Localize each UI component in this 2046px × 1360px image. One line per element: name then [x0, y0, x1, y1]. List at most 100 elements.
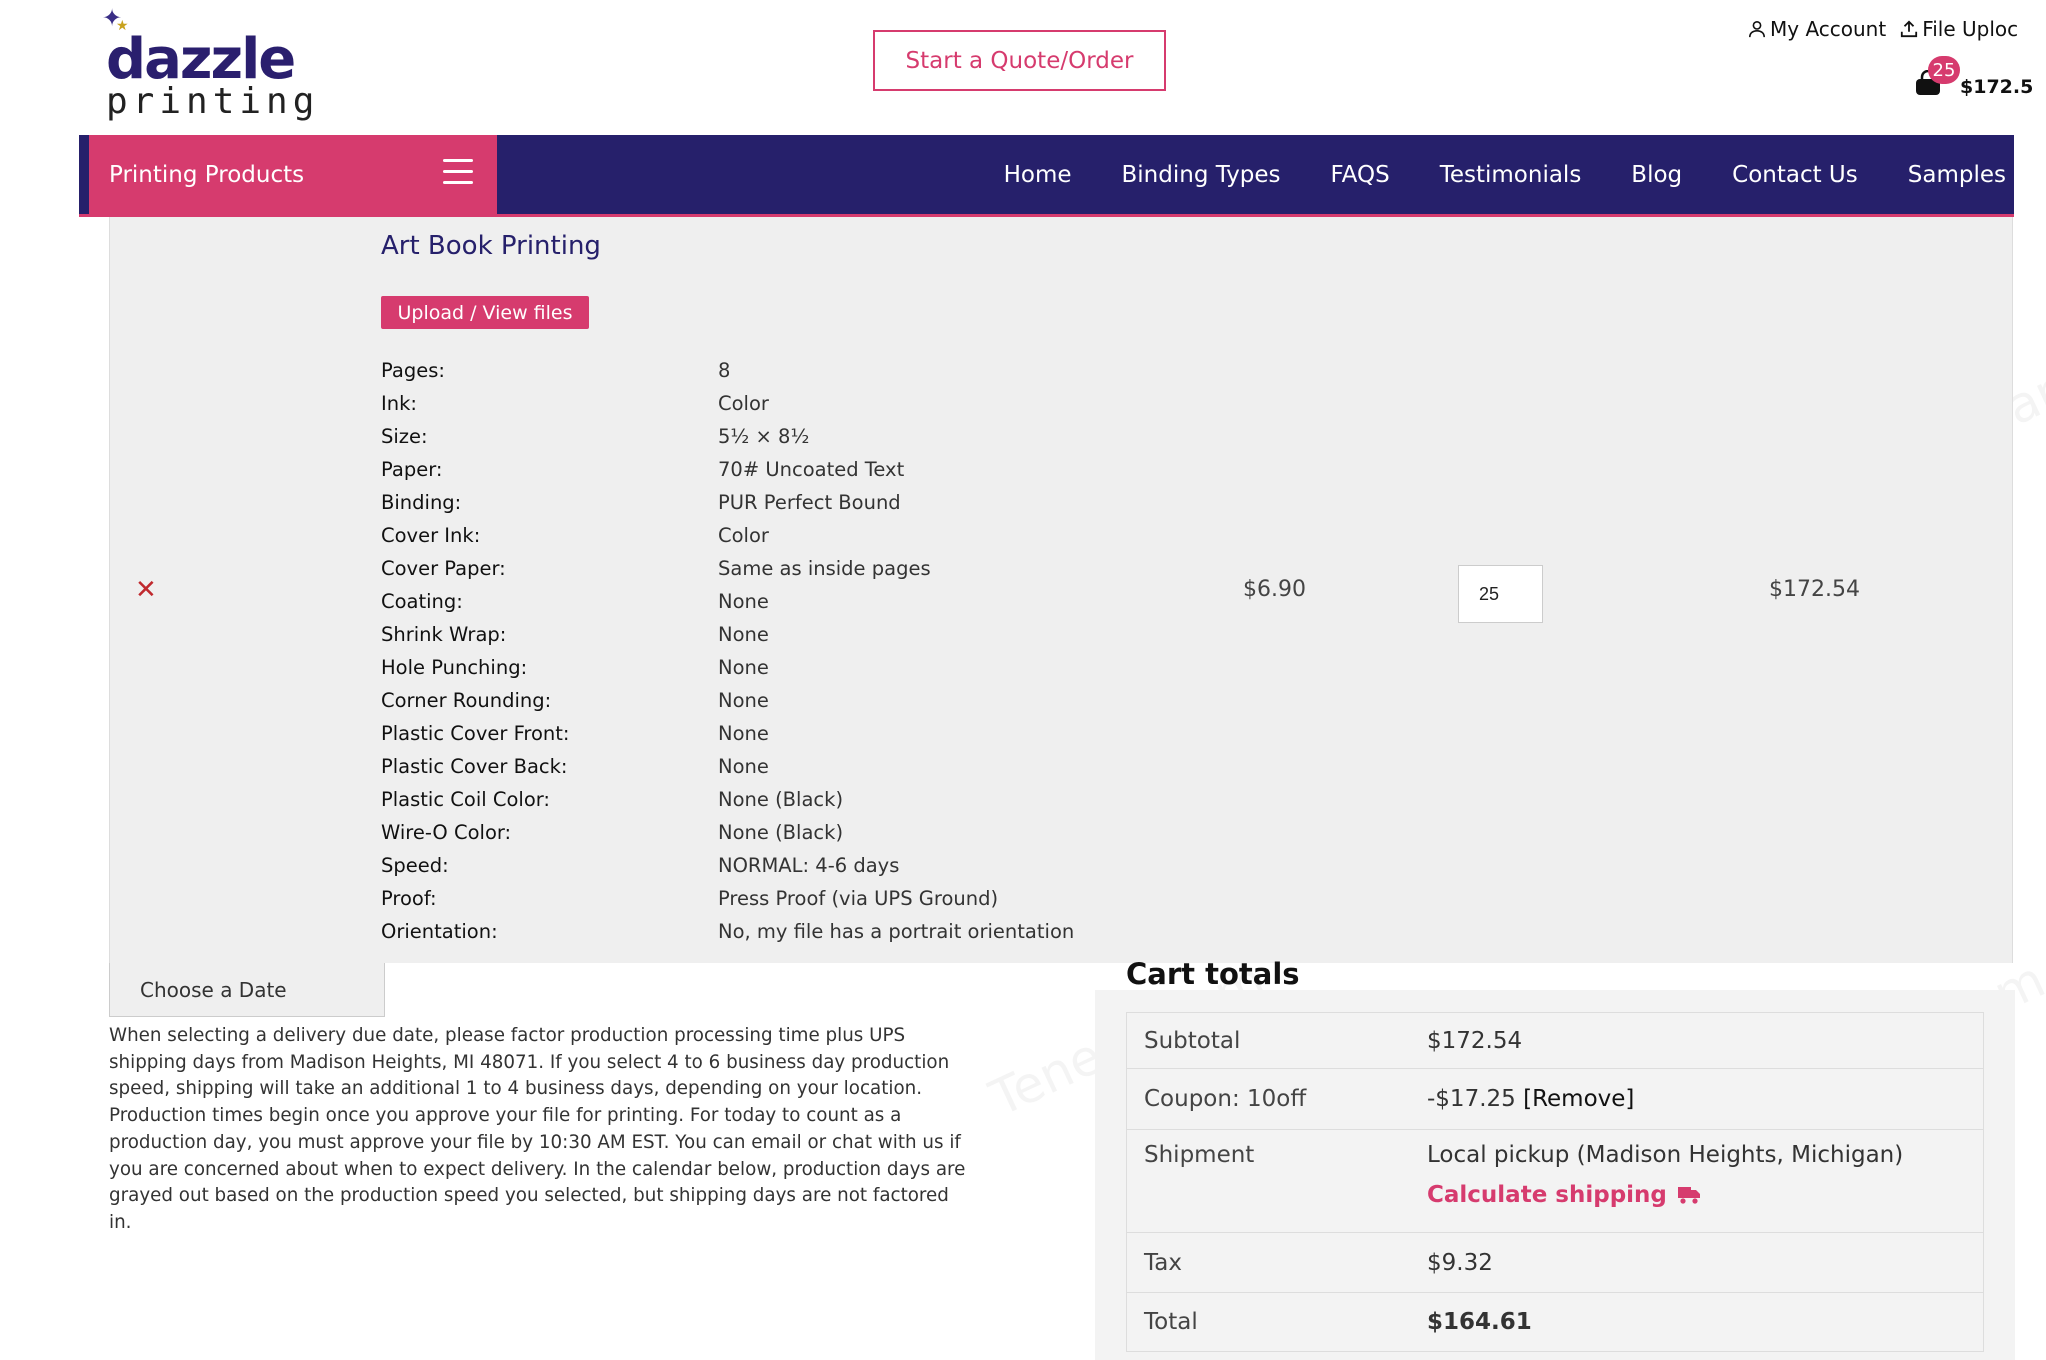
spec-key: Orientation:	[381, 920, 498, 943]
spec-key: Wire-O Color:	[381, 821, 512, 844]
spec-row: Plastic Cover Back: None	[381, 750, 1074, 783]
nav-menu: Home Binding Types FAQS Testimonials Blo…	[1004, 135, 2006, 214]
spec-row: Cover Paper: Same as inside pages	[381, 552, 1074, 585]
product-title[interactable]: Art Book Printing	[381, 231, 601, 261]
shipment-label: Shipment	[1144, 1142, 1255, 1168]
spec-value: Color	[718, 524, 769, 547]
upload-view-files-button[interactable]: Upload / View files	[381, 296, 589, 329]
spec-key: Paper:	[381, 458, 443, 481]
spec-key: Plastic Coil Color:	[381, 788, 550, 811]
unit-price: $6.90	[1243, 577, 1306, 602]
spec-key: Speed:	[381, 854, 449, 877]
logo[interactable]: ✦ ★ dazzle printing	[100, 4, 314, 120]
spec-key: Coating:	[381, 590, 463, 613]
spec-key: Cover Ink:	[381, 524, 481, 547]
my-account-link[interactable]: My Account	[1748, 14, 1886, 44]
spec-value: None	[718, 656, 769, 679]
coupon-label: Coupon: 10off	[1144, 1086, 1307, 1112]
remove-coupon-link[interactable]: [Remove]	[1523, 1086, 1634, 1112]
line-total: $172.54	[1769, 577, 1860, 602]
nav-testimonials[interactable]: Testimonials	[1440, 162, 1582, 188]
subtotal-row: Subtotal $172.54	[1127, 1013, 1983, 1069]
file-upload-link[interactable]: File Uploc	[1900, 14, 2018, 44]
cart-item-row: ✕ Art Book Printing Upload / View files …	[109, 217, 2013, 963]
spec-row: Cover Ink: Color	[381, 519, 1074, 552]
spec-value: None	[718, 623, 769, 646]
spec-row: Ink: Color	[381, 387, 1074, 420]
spec-key: Corner Rounding:	[381, 689, 552, 712]
calculate-shipping-label: Calculate shipping	[1427, 1182, 1667, 1208]
printing-products-menu[interactable]: Printing Products	[89, 135, 497, 214]
spec-row: Corner Rounding: None	[381, 684, 1074, 717]
subtotal-value: $172.54	[1427, 1027, 1523, 1054]
tax-label: Tax	[1144, 1249, 1182, 1276]
spec-value: None (Black)	[718, 821, 844, 844]
spec-value: 5½ × 8½	[718, 425, 810, 448]
cart-totals-heading: Cart totals	[1126, 957, 1300, 991]
coupon-row: Coupon: 10off -$17.25 [Remove]	[1127, 1069, 1983, 1130]
spec-value: None	[718, 689, 769, 712]
total-row: Total $164.61	[1127, 1293, 1983, 1351]
my-account-label: My Account	[1770, 17, 1887, 41]
hamburger-icon	[443, 159, 473, 187]
spec-value: Press Proof (via UPS Ground)	[718, 887, 999, 910]
delivery-info-text: When selecting a delivery due date, plea…	[109, 1025, 966, 1233]
spec-key: Binding:	[381, 491, 462, 514]
nav-samples[interactable]: Samples	[1908, 162, 2006, 188]
nav-home[interactable]: Home	[1004, 162, 1072, 188]
main-nav: Printing Products Home Binding Types FAQ…	[79, 135, 2014, 217]
total-label: Total	[1144, 1309, 1198, 1335]
spec-value: None	[718, 590, 769, 613]
calculate-shipping-link[interactable]: Calculate shipping	[1427, 1182, 1903, 1208]
cart-totals-table: Subtotal $172.54 Coupon: 10off -$17.25 […	[1126, 1012, 1984, 1352]
nav-blog[interactable]: Blog	[1631, 162, 1682, 188]
logo-text-top: dazzle	[106, 27, 296, 92]
shipment-value: Local pickup (Madison Heights, Michigan)	[1427, 1142, 1904, 1168]
choose-date-button[interactable]: Choose a Date	[109, 963, 385, 1017]
spec-row: Paper: 70# Uncoated Text	[381, 453, 1074, 486]
nav-contact-us[interactable]: Contact Us	[1732, 162, 1858, 188]
spec-value: None	[718, 722, 769, 745]
total-value: $164.61	[1427, 1309, 1532, 1335]
spec-value: None	[718, 755, 769, 778]
cart-count-badge: 25	[1928, 56, 1960, 84]
spec-key: Proof:	[381, 887, 437, 910]
spec-value: NORMAL: 4-6 days	[718, 854, 900, 877]
spec-row: Plastic Cover Front: None	[381, 717, 1074, 750]
spec-value: 70# Uncoated Text	[718, 458, 905, 481]
spec-key: Cover Paper:	[381, 557, 506, 580]
nav-faqs[interactable]: FAQS	[1331, 162, 1390, 188]
quantity-input[interactable]	[1458, 565, 1543, 623]
spec-key: Plastic Cover Front:	[381, 722, 570, 745]
spec-row: Coating: None	[381, 585, 1074, 618]
spec-key: Ink:	[381, 392, 417, 415]
mini-cart[interactable]: 25 $172.5	[1912, 56, 2046, 106]
file-upload-label: File Uploc	[1922, 17, 2019, 41]
cart-total-amount: $172.5	[1960, 76, 2034, 98]
spec-row: Hole Punching: None	[381, 651, 1074, 684]
spec-row: Binding: PUR Perfect Bound	[381, 486, 1074, 519]
spec-key: Hole Punching:	[381, 656, 528, 679]
coupon-value: -$17.25	[1427, 1086, 1516, 1112]
subtotal-label: Subtotal	[1144, 1027, 1241, 1054]
nav-binding-types[interactable]: Binding Types	[1122, 162, 1281, 188]
spec-value: Same as inside pages	[718, 557, 931, 580]
spec-key: Shrink Wrap:	[381, 623, 507, 646]
spec-value: No, my file has a portrait orientation	[718, 920, 1075, 943]
spec-row: Wire-O Color: None (Black)	[381, 816, 1074, 849]
spec-row: Size: 5½ × 8½	[381, 420, 1074, 453]
spec-key: Size:	[381, 425, 428, 448]
shipment-row: Shipment Local pickup (Madison Heights, …	[1127, 1130, 1983, 1233]
tax-row: Tax $9.32	[1127, 1233, 1983, 1293]
printing-products-label: Printing Products	[109, 161, 305, 188]
spec-row: Pages: 8	[381, 354, 1074, 387]
start-quote-button[interactable]: Start a Quote/Order	[873, 30, 1166, 91]
user-icon	[1748, 20, 1766, 38]
spec-value: Color	[718, 392, 769, 415]
spec-row: Speed: NORMAL: 4-6 days	[381, 849, 1074, 882]
tax-value: $9.32	[1427, 1249, 1493, 1276]
remove-icon[interactable]: ✕	[135, 575, 157, 605]
spec-value: PUR Perfect Bound	[718, 491, 901, 514]
spec-row: Plastic Coil Color: None (Black)	[381, 783, 1074, 816]
spec-key: Pages:	[381, 359, 445, 382]
